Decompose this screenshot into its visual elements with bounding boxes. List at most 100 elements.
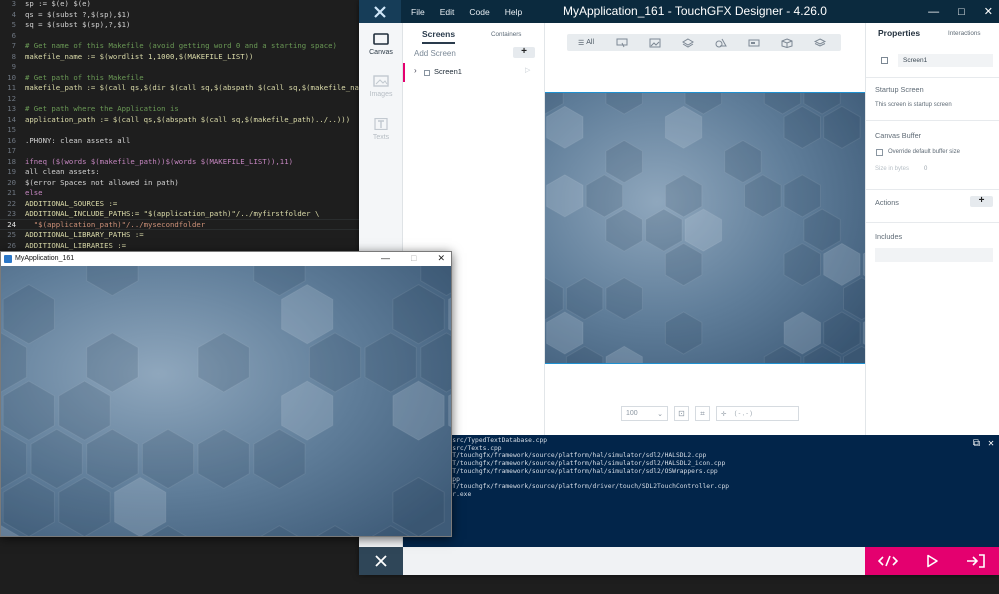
line-number: 7: [11, 41, 16, 50]
editor-line: 18 ifneq ($(words $(makefile_path))$(word…: [0, 157, 360, 168]
menu-edit[interactable]: Edit: [440, 7, 455, 17]
editor-line: 23 ADDITIONAL_INCLUDE_PATHS:= "$(applicat…: [0, 209, 360, 220]
properties-panel: Properties Interactions Screen1 Startup …: [865, 23, 999, 435]
line-number: 4: [11, 9, 16, 19]
widget-progress-icon[interactable]: [737, 34, 770, 51]
widget-3d-icon[interactable]: [770, 34, 803, 51]
includes-heading: Includes: [875, 232, 903, 241]
hexagon-background-image: [1, 266, 451, 536]
progress-icon: [748, 39, 759, 46]
close-panel-button[interactable]: [359, 547, 403, 575]
editor-line: 24 "$(application_path)"/../mysecondfold…: [0, 220, 360, 231]
widget-button-icon[interactable]: [605, 34, 638, 51]
crop-button[interactable]: ⌗: [695, 406, 710, 421]
add-action-button[interactable]: +: [970, 196, 993, 207]
canvas-icon: [373, 33, 389, 45]
line-number: 23: [7, 209, 16, 218]
size-in-bytes-label: Size in bytes: [875, 166, 910, 172]
fit-screen-button[interactable]: ⊡: [674, 406, 689, 421]
build-console[interactable]: erated/texts/src/TypedTextDatabase.cpp er…: [403, 435, 999, 547]
line-number: 21: [7, 188, 16, 197]
zoom-select[interactable]: 100 ⌄: [621, 406, 668, 421]
console-controls: ⧉ ✕: [973, 438, 994, 449]
tool-texts[interactable]: Texts: [359, 118, 403, 141]
override-buffer-checkbox[interactable]: [876, 149, 883, 156]
properties-title[interactable]: Properties: [878, 28, 920, 38]
chevron-right-icon[interactable]: ›: [414, 66, 417, 75]
filter-all-label: All: [586, 39, 594, 46]
canvas-footer: 100 ⌄ ⊡ ⌗ ✛ ( - , - ): [621, 406, 799, 421]
editor-line: 7 # Get name of this Makefile (avoid gett…: [0, 41, 360, 52]
menu-code[interactable]: Code: [469, 7, 489, 17]
images-icon: [373, 75, 389, 87]
screen-list-item[interactable]: › Screen1 ▷: [403, 63, 544, 82]
filter-all-button[interactable]: ☰ All: [567, 34, 605, 51]
line-text: ADDITIONAL_LIBRARY_PATHS :=: [25, 230, 144, 239]
maximize-button[interactable]: □: [958, 6, 965, 18]
line-number: 18: [7, 156, 16, 166]
simulator-screen[interactable]: [1, 266, 451, 536]
play-screen-icon[interactable]: ▷: [525, 66, 530, 74]
crosshair-icon: ✛: [721, 410, 727, 418]
startup-screen-text: This screen is startup screen: [875, 102, 952, 108]
run-target-icon[interactable]: [966, 554, 986, 568]
line-number: 12: [7, 93, 16, 103]
layers-icon: [681, 37, 694, 48]
close-button[interactable]: ✕: [437, 253, 445, 264]
add-screen-button[interactable]: +: [513, 47, 535, 58]
interactions-tab[interactable]: Interactions: [948, 30, 981, 37]
maximize-button[interactable]: □: [411, 253, 416, 264]
line-number: 10: [7, 72, 16, 82]
widget-container-icon[interactable]: [671, 34, 704, 51]
menu-bar: File Edit Code Help: [411, 0, 522, 23]
divider: [866, 222, 999, 223]
tool-images[interactable]: Images: [359, 75, 403, 98]
fit-icon: ⊡: [678, 409, 685, 418]
close-console-icon[interactable]: ✕: [988, 438, 994, 449]
hexagon-background-image: [545, 93, 865, 363]
line-number: 9: [11, 62, 16, 71]
minimize-button[interactable]: —: [381, 253, 390, 264]
line-number: 19: [7, 167, 16, 176]
override-buffer-label: Override default buffer size: [888, 149, 960, 155]
editor-line: 19 all clean assets:: [0, 167, 360, 178]
cube-icon: [781, 37, 792, 48]
menu-help[interactable]: Help: [505, 7, 522, 17]
line-number: 3: [11, 0, 16, 8]
close-button[interactable]: ✕: [984, 5, 993, 18]
line-number: 20: [7, 177, 16, 187]
restore-console-icon[interactable]: ⧉: [973, 438, 980, 449]
menu-file[interactable]: File: [411, 7, 425, 17]
line-number: 14: [7, 114, 16, 124]
canvas-screen-preview[interactable]: [545, 92, 865, 364]
editor-line: 13 # Get path where the Application is: [0, 104, 360, 115]
line-number: 11: [7, 83, 16, 92]
editor-line: 12: [0, 94, 360, 105]
widget-image-icon[interactable]: [638, 34, 671, 51]
widget-shapes-icon[interactable]: [704, 34, 737, 51]
editor-line: 5 sq = $(subst $(sp),?,$1): [0, 20, 360, 31]
add-screen-label: Add Screen: [414, 49, 456, 58]
screen-name-field[interactable]: Screen1: [898, 54, 993, 67]
simulator-window: MyApplication_161 — □ ✕: [0, 251, 452, 537]
line-text: makefile_name := $(wordlist 1,1000,$(MAK…: [25, 51, 254, 61]
generate-code-icon[interactable]: [878, 555, 899, 567]
zoom-value: 100: [626, 410, 638, 417]
includes-field[interactable]: [875, 248, 993, 262]
startup-screen-heading: Startup Screen: [875, 85, 924, 94]
widget-misc-icon[interactable]: [803, 34, 836, 51]
tool-texts-label: Texts: [372, 134, 390, 141]
app-icon: [4, 255, 12, 263]
editor-line: 26 ADDITIONAL_LIBRARIES :=: [0, 241, 360, 252]
editor-line: 6: [0, 31, 360, 42]
window-title: MyApplication_161 - TouchGFX Designer - …: [563, 4, 827, 18]
tool-canvas[interactable]: Canvas: [359, 33, 403, 56]
minimize-button[interactable]: —: [928, 6, 939, 18]
tab-screens[interactable]: Screens: [422, 29, 456, 44]
simulator-title-bar[interactable]: MyApplication_161 — □ ✕: [1, 252, 451, 266]
button-widget-icon: [616, 38, 627, 47]
editor-line: 3 sp := $(e) $(e): [0, 0, 360, 10]
tab-containers[interactable]: Containers: [491, 31, 521, 38]
run-simulator-icon[interactable]: [925, 554, 939, 568]
crop-icon: ⌗: [700, 408, 705, 418]
